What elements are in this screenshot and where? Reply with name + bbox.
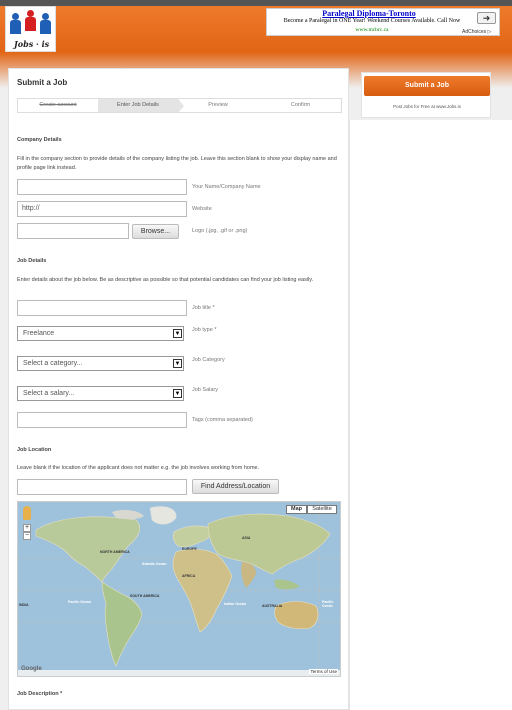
submit-job-button[interactable]: Submit a Job [364, 76, 490, 96]
job-type-value: Freelance [23, 330, 55, 337]
job-location-title: Job Location [17, 447, 52, 453]
map-label-atlantic: Atlantic Ocean [142, 562, 167, 566]
street-view-pegman-icon[interactable] [23, 506, 31, 520]
header: Jobs · is Paralegal Diploma-Toronto Beco… [0, 0, 512, 52]
job-salary-value: Select a salary... [23, 390, 75, 397]
company-name-input[interactable] [17, 179, 187, 195]
map-terms-link[interactable]: Terms of Use [309, 669, 338, 674]
step-confirm: Confirm [290, 102, 311, 108]
job-salary-hint: Job Salary [192, 387, 218, 393]
chevron-down-icon: ▼ [173, 389, 182, 398]
job-description-title: Job Description * [17, 691, 63, 697]
map-label-australia: AUSTRALIA [262, 604, 283, 608]
location-map[interactable]: + − Map Satellite NORTH AMERICA EUROPE A… [17, 501, 341, 677]
website-input[interactable]: http:// [17, 201, 187, 217]
map-label-asia: ASIA [242, 536, 251, 540]
company-name-hint: Your Name/Company Name [192, 184, 261, 190]
job-salary-select[interactable]: Select a salary... ▼ [17, 386, 184, 401]
job-location-description: Leave blank if the location of the appli… [17, 465, 260, 471]
zoom-out-button[interactable]: − [23, 532, 31, 540]
logo-file-input[interactable] [17, 223, 129, 239]
ad-choices[interactable]: AdChoices ▷ [462, 29, 491, 35]
job-category-value: Select a category... [23, 360, 83, 367]
step-preview: Preview [208, 102, 228, 108]
map-label-south-america: SOUTH AMERICA [130, 594, 160, 598]
google-logo[interactable]: Google [21, 666, 42, 672]
ad-arrow-icon[interactable]: ➜ [477, 12, 496, 24]
logo-text: Jobs · is [14, 39, 50, 49]
map-label-indian: Indian Ocean [224, 602, 246, 606]
map-label-india: INDIA [19, 603, 29, 607]
job-title-input[interactable] [17, 300, 187, 316]
page-title: Submit a Job [17, 78, 68, 87]
top-strip [0, 0, 512, 6]
map-label-north-america: NORTH AMERICA [100, 550, 130, 554]
job-type-hint: Job type * [192, 327, 217, 333]
company-details-description: Fill in the company section to provide d… [17, 156, 337, 171]
ad-url[interactable]: www.mcbrc.ca [267, 27, 477, 33]
submit-job-panel: Submit a Job Create account Enter Job De… [8, 68, 349, 710]
step-enter-job-details: Enter Job Details [98, 99, 178, 112]
job-category-hint: Job Category [192, 357, 225, 363]
logo-figure-icon [10, 13, 21, 35]
job-type-select[interactable]: Freelance ▼ [17, 326, 184, 341]
job-category-select[interactable]: Select a category... ▼ [17, 356, 184, 371]
tags-hint: Tags (comma separated) [192, 417, 253, 423]
sidebar-background [349, 120, 512, 710]
website-hint: Website [192, 206, 212, 212]
map-label-africa: AFRICA [182, 574, 196, 578]
tags-input[interactable] [17, 412, 187, 428]
logo-figure-icon [40, 13, 51, 35]
ad-title[interactable]: Paralegal Diploma-Toronto [267, 9, 471, 18]
map-label-pacific-right: Pacific Ocean [322, 600, 334, 608]
map-label-pacific-left: Pacific Ocean [68, 600, 91, 604]
job-details-title: Job Details [17, 258, 47, 264]
map-type-map-button[interactable]: Map [286, 505, 307, 514]
job-details-description: Enter details about the job below. Be as… [17, 277, 314, 283]
map-label-europe: EUROPE [182, 547, 197, 551]
company-details-title: Company Details [17, 137, 62, 143]
logo-figure-icon [25, 10, 36, 32]
location-input[interactable] [17, 479, 187, 495]
sidebar-text: Post Jobs for Free at www.Jobs.is [393, 104, 461, 109]
chevron-down-icon: ▼ [173, 359, 182, 368]
ad-text: Become a Paralegal in ONE Year! Weekend … [283, 18, 461, 24]
world-map-graphic [18, 502, 340, 676]
find-address-button[interactable]: Find Address/Location [192, 479, 279, 494]
step-create-account: Create account [39, 102, 77, 108]
zoom-in-button[interactable]: + [23, 524, 31, 532]
logo-hint: Logo (.jpg, .gif or .png) [192, 228, 248, 234]
browse-button[interactable]: Browse... [132, 224, 179, 239]
progress-steps: Create account Enter Job Details Preview… [17, 98, 342, 113]
map-type-satellite-button[interactable]: Satellite [307, 505, 337, 514]
job-title-hint: Job title * [192, 305, 215, 311]
site-logo[interactable]: Jobs · is [5, 6, 56, 52]
chevron-down-icon: ▼ [173, 329, 182, 338]
sidebar-box: Submit a Job Post Jobs for Free at www.J… [361, 72, 491, 118]
